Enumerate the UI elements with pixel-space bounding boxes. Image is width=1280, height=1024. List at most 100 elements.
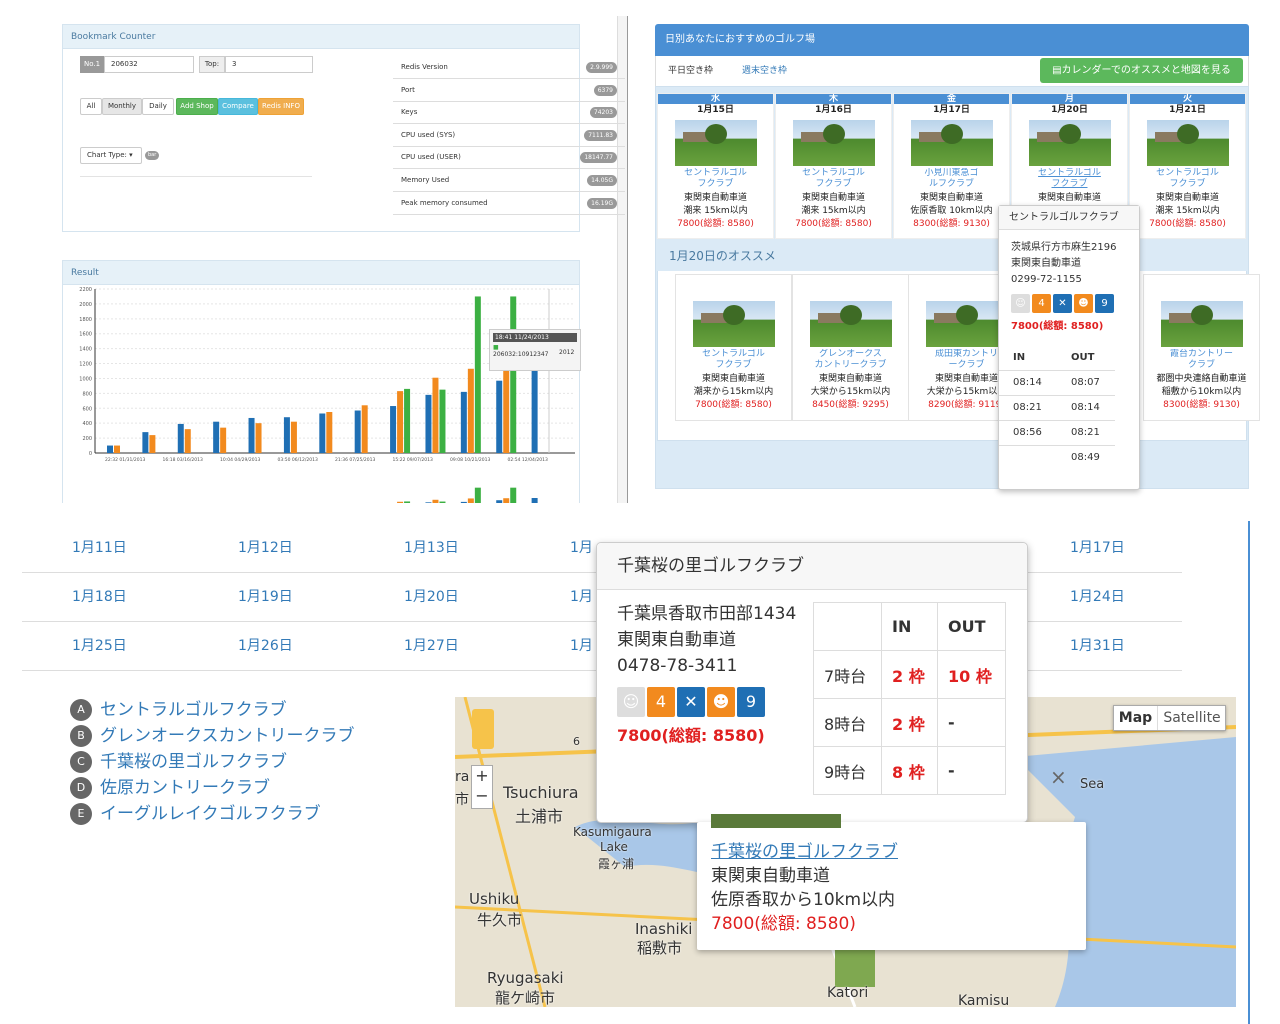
top-input[interactable]: 3: [225, 56, 313, 73]
tab-weekend[interactable]: 週末空き枠: [742, 56, 787, 86]
no-input[interactable]: 206032: [104, 56, 194, 73]
compare-button[interactable]: Compare: [218, 98, 258, 115]
bar: [213, 421, 220, 453]
bar: [425, 502, 432, 503]
map-button[interactable]: Map: [1114, 706, 1158, 730]
satellite-button[interactable]: Satellite: [1158, 706, 1226, 730]
restaurant-icon: ✕: [1053, 294, 1072, 313]
stat-label: CPU used (SYS): [401, 130, 456, 139]
calendar-date-link[interactable]: 1月26日: [238, 622, 293, 671]
rec-card: 霞台カントリー クラブ 都圏中央連絡自動車道 稲敷から10km以内 8300(総額: …: [1143, 274, 1260, 421]
day-of-week: 月: [1012, 94, 1127, 104]
map-marker-icon: C: [70, 751, 92, 773]
bar: [326, 412, 333, 453]
daily-button[interactable]: Daily: [142, 98, 174, 115]
course-price: 7800(総額: 8580): [695, 400, 772, 410]
calendar-date-link[interactable]: 1月12日: [238, 524, 293, 573]
calendar-date-link[interactable]: 1月17日: [1070, 524, 1125, 573]
map-place-label: 土浦市: [515, 807, 564, 826]
chart-type-dropdown[interactable]: Chart Type: ▾: [80, 147, 142, 164]
calendar-date-link[interactable]: 1月11日: [72, 524, 127, 573]
stat-label: Redis Version: [401, 63, 448, 71]
y-tick-label: 400: [82, 421, 92, 427]
bar: [114, 445, 120, 453]
calendar-date-link[interactable]: 1月25日: [72, 622, 127, 671]
caddie-icon: ☺: [1011, 294, 1030, 313]
calendar-icon: ▤: [1052, 65, 1062, 76]
x-tick-label: 15:22 09/07/2013: [393, 457, 433, 463]
map-type-control: Map Satellite: [1113, 705, 1226, 731]
bar: [361, 405, 368, 453]
top-label: Top:: [199, 56, 225, 73]
legend-item[interactable]: C 千葉桜の里ゴルフクラブ: [70, 749, 287, 775]
course-link[interactable]: セントラルゴル フクラブ: [676, 349, 791, 373]
golf-popover: セントラルゴルフクラブ 茨城県行方市麻生2196 東関東自動車道 0299-72…: [998, 205, 1140, 490]
course-link[interactable]: セントラルゴル フクラブ: [776, 168, 891, 192]
calendar-map-button[interactable]: ▤カレンダーでのオススメと地図を見る: [1040, 58, 1243, 83]
calendar-date-link[interactable]: 1月19日: [238, 573, 293, 622]
zoom-control[interactable]: + −: [471, 765, 493, 809]
info-price: 7800(総額: 8580): [711, 914, 856, 934]
legend-item[interactable]: D 佐原カントリークラブ: [70, 775, 270, 801]
stat-row: Keys 74203: [393, 101, 625, 125]
pegman-icon[interactable]: [472, 709, 494, 749]
y-tick-label: 1200: [79, 362, 92, 368]
map-place-label: 稲敷市: [637, 939, 683, 957]
add-shop-button[interactable]: Add Shop: [176, 98, 218, 115]
legend-item[interactable]: B グレンオークスカントリークラブ: [70, 723, 355, 749]
legend-course-name: セントラルゴルフクラブ: [100, 700, 287, 720]
calendar-date-link[interactable]: 1月27日: [404, 622, 459, 671]
calendar-date-link[interactable]: 1月20日: [404, 573, 459, 622]
course-link[interactable]: 小見川東急ゴ ルフクラブ: [894, 168, 1009, 192]
calendar-date-link[interactable]: 1月13日: [404, 524, 459, 573]
day-of-week: 火: [1130, 94, 1245, 104]
y-tick-label: 600: [82, 406, 92, 412]
tab-weekday[interactable]: 平日空き枠: [668, 56, 713, 86]
slot-in: 2 枠: [881, 698, 938, 747]
bar: [319, 413, 326, 453]
bar: [510, 487, 517, 503]
day-date: 1月16日: [815, 105, 852, 115]
bookmark-title: Bookmark Counter: [63, 25, 579, 49]
calendar-date-link[interactable]: 1月: [570, 524, 593, 573]
map-marker-icon: D: [70, 777, 92, 799]
zoom-in-button[interactable]: +: [472, 766, 492, 786]
tee-time: 08:07: [1057, 369, 1115, 395]
course-link[interactable]: セントラルゴル フクラブ: [1130, 168, 1245, 192]
y-tick-label: 1600: [79, 332, 92, 338]
close-icon[interactable]: ×: [1050, 765, 1067, 789]
calendar-date-link[interactable]: 1月31日: [1070, 622, 1125, 671]
course-price: 8450(総額: 9295): [812, 400, 889, 410]
calendar-date-link[interactable]: 1月18日: [72, 573, 127, 622]
calendar-date-link[interactable]: 1月: [570, 622, 593, 671]
course-link[interactable]: セントラルゴル フクラブ: [1012, 168, 1127, 192]
legend-course-name: 佐原カントリークラブ: [100, 778, 270, 798]
legend-item[interactable]: A セントラルゴルフクラブ: [70, 697, 287, 723]
course-link[interactable]: グレンオークス カントリークラブ: [793, 349, 908, 373]
legend-item[interactable]: E イーグルレイクゴルフクラブ: [70, 801, 321, 827]
redis-info-button[interactable]: Redis INFO: [258, 98, 304, 115]
bar: [439, 389, 446, 453]
course-link[interactable]: 霞台カントリー クラブ: [1144, 349, 1259, 373]
zoom-out-button[interactable]: −: [472, 786, 492, 806]
course-road: 東関東自動車道: [919, 193, 983, 203]
course-road: 東関東自動車道: [1037, 193, 1101, 203]
result-chart: 0 200 400 600 800 1000 1200 1400 1600 1800 2000 220…: [79, 287, 575, 503]
x-tick-label: 02:54 12/04/2013: [508, 457, 548, 463]
day-of-week: 木: [776, 94, 891, 104]
stat-badge: 74203: [589, 107, 617, 119]
y-tick-label: 200: [82, 436, 92, 442]
stat-label: Memory Used: [401, 176, 450, 184]
calendar-date-link[interactable]: 1月24日: [1070, 573, 1125, 622]
stat-row: Port 6379: [393, 79, 625, 102]
course-photo: [1160, 301, 1243, 347]
stat-row: CPU used (SYS) 7111.83: [393, 124, 625, 147]
all-button[interactable]: All: [80, 98, 102, 115]
monthly-button[interactable]: Monthly: [102, 98, 142, 115]
bar: [531, 365, 538, 453]
y-tick-label: 1000: [79, 376, 92, 382]
calendar-date-link[interactable]: 1月: [570, 573, 593, 622]
legend-course-name: グレンオークスカントリークラブ: [100, 726, 355, 746]
info-course-link[interactable]: 千葉桜の里ゴルフクラブ: [711, 840, 898, 864]
course-link[interactable]: セントラルゴル フクラブ: [658, 168, 773, 192]
